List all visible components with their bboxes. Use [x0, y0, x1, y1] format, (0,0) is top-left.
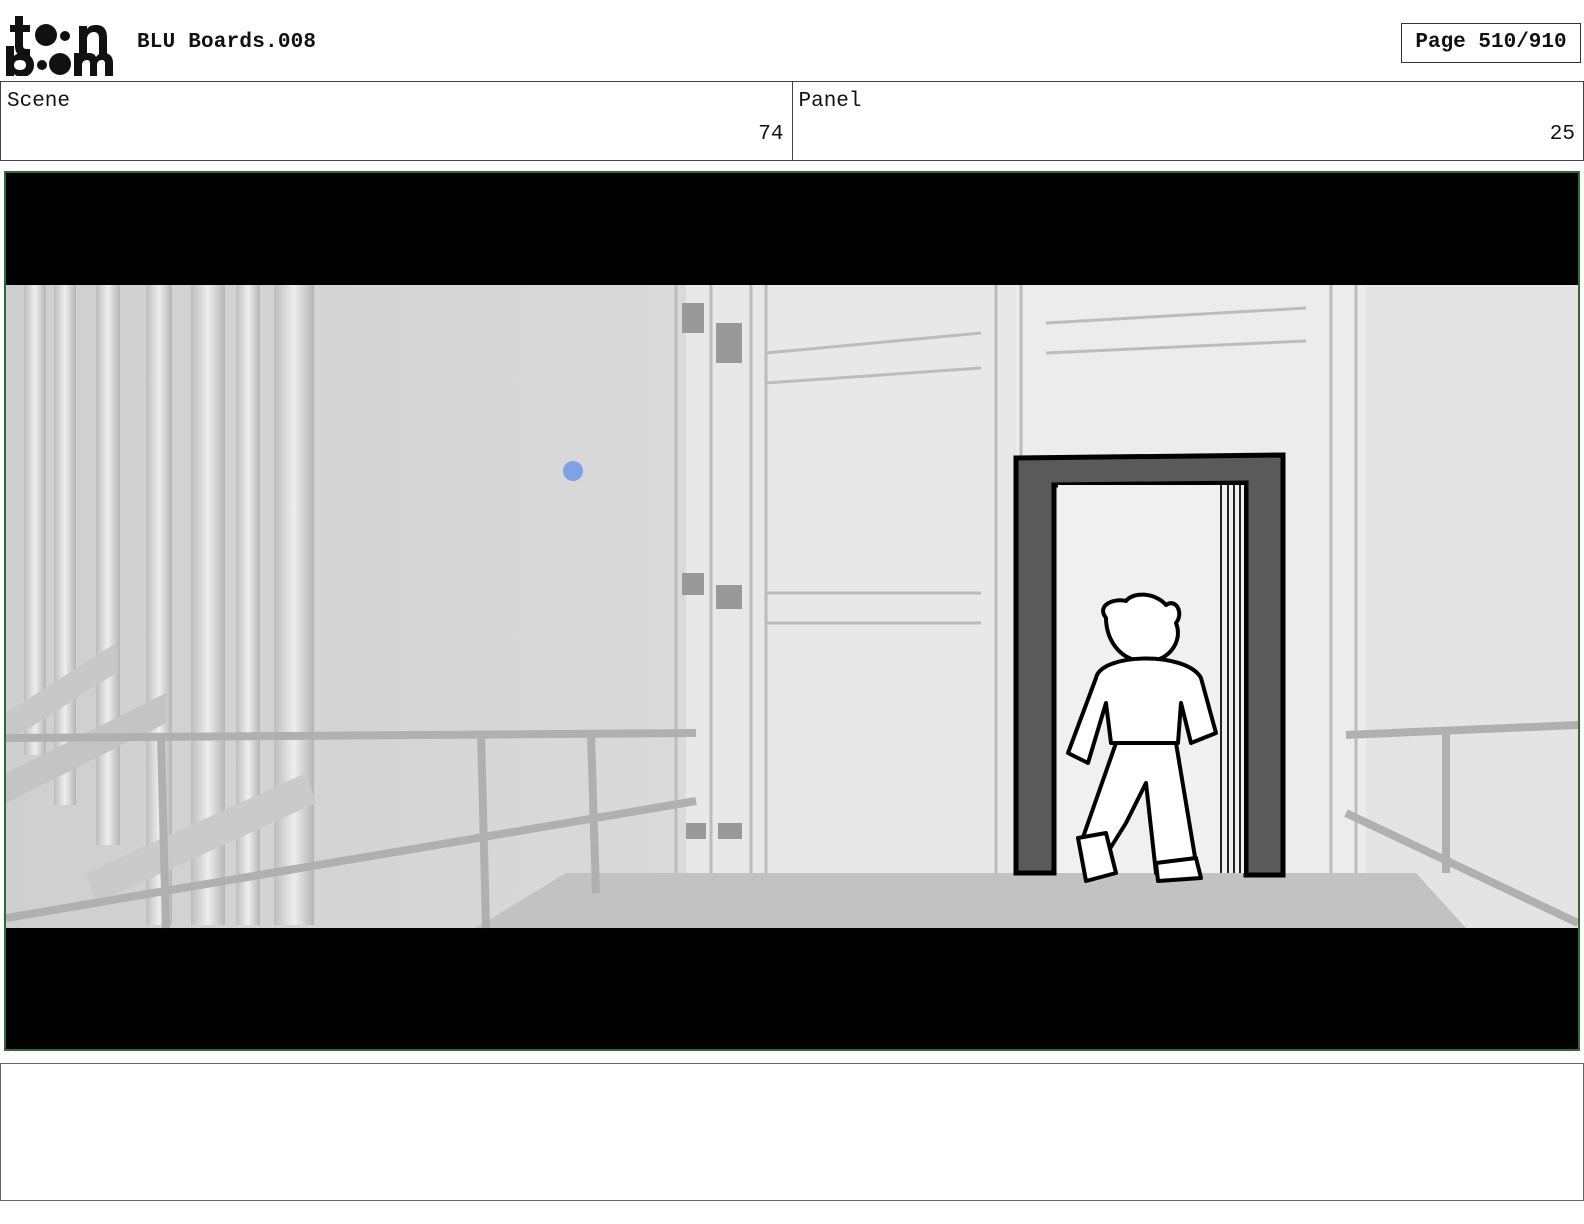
panel-label: Panel: [798, 90, 862, 113]
walkway-floor: [476, 873, 1466, 928]
scene-cell: Scene 74: [0, 82, 792, 160]
toon-boom-logo: [6, 16, 113, 76]
panel-cell: Panel 25: [791, 82, 1584, 160]
document-title: BLU Boards.008: [137, 31, 317, 54]
blue-marker-dot: [563, 461, 583, 481]
scene-number: 74: [758, 123, 784, 146]
bottom-letterbox-bar: [6, 928, 1578, 1049]
scene-label: Scene: [7, 90, 71, 113]
top-letterbox-bar: [6, 173, 1578, 285]
page-indicator: Page 510/910: [1401, 23, 1581, 63]
storyboard-panel-image: [4, 171, 1580, 1051]
scene-panel-info-row: Scene 74 Panel 25: [0, 81, 1584, 161]
scene-background: [6, 285, 1578, 929]
panel-drawing: [6, 173, 1578, 1049]
notes-box: [0, 1063, 1584, 1201]
panel-number: 25: [1549, 123, 1575, 146]
